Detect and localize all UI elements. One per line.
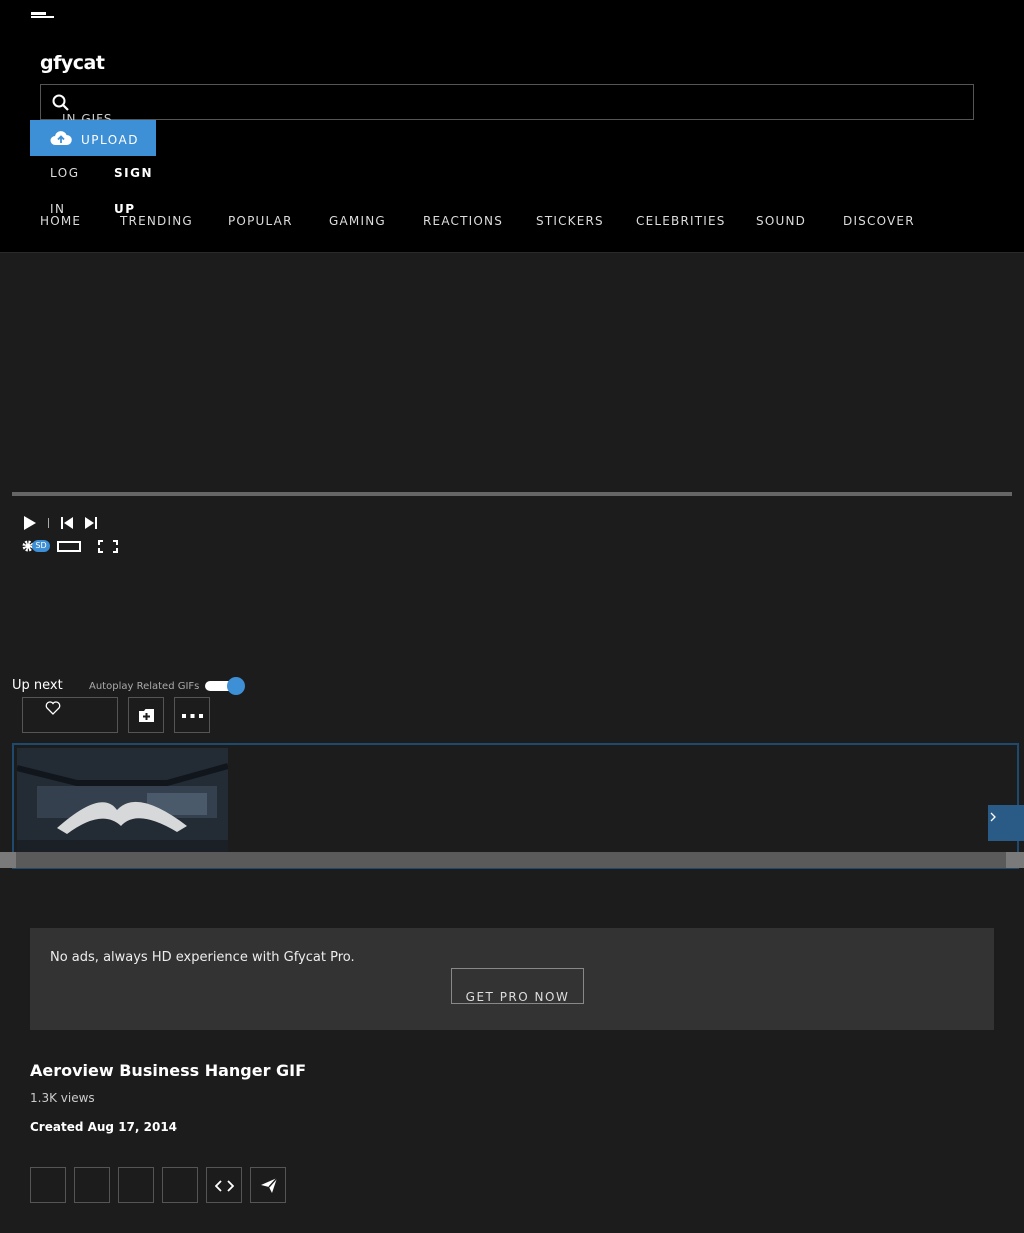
nav-discover[interactable]: DISCOVER <box>843 214 915 228</box>
like-button[interactable] <box>22 697 118 733</box>
upload-label: UPLOAD <box>81 133 139 147</box>
more-icon <box>182 714 203 718</box>
header: gfycat IN GIFS UPLOAD LOG IN SIGN UP HOM… <box>0 0 1024 253</box>
autoplay-label: Autoplay Related GIFs <box>89 681 200 692</box>
share-button-4[interactable] <box>162 1167 198 1203</box>
nav-reactions[interactable]: REACTIONS <box>423 214 503 228</box>
share-button-3[interactable] <box>118 1167 154 1203</box>
logo[interactable]: gfycat <box>40 52 105 74</box>
upload-button[interactable]: UPLOAD <box>30 120 156 156</box>
nav-stickers[interactable]: STICKERS <box>536 214 604 228</box>
autoplay-toggle[interactable] <box>205 677 245 695</box>
nav-gaming[interactable]: GAMING <box>329 214 386 228</box>
search-bar <box>40 84 974 120</box>
fullscreen-icon[interactable] <box>98 540 118 553</box>
search-icon[interactable] <box>51 93 71 113</box>
created-date: Created Aug 17, 2014 <box>30 1120 178 1134</box>
search-input[interactable] <box>81 85 961 119</box>
quality-settings[interactable]: SD <box>22 539 50 553</box>
upload-cloud-icon <box>50 131 72 145</box>
pro-banner-text: No ads, always HD experience with Gfycat… <box>50 950 355 965</box>
heart-icon <box>45 701 61 715</box>
pro-banner: No ads, always HD experience with Gfycat… <box>30 928 994 1030</box>
thumbnail-image <box>17 748 228 855</box>
carousel-next-button[interactable] <box>988 805 1024 841</box>
control-divider <box>48 518 49 528</box>
embed-code-icon <box>215 1180 234 1192</box>
theater-mode-icon[interactable] <box>57 541 81 552</box>
play-icon[interactable] <box>22 515 38 531</box>
nav-sound[interactable]: SOUND <box>756 214 806 228</box>
add-to-collection-icon <box>139 709 154 722</box>
nav-trending[interactable]: TRENDING <box>120 214 193 228</box>
nav-home[interactable]: HOME <box>40 214 81 228</box>
add-to-collection-button[interactable] <box>128 697 164 733</box>
get-pro-button[interactable]: GET PRO NOW <box>451 968 584 1004</box>
embed-button[interactable] <box>206 1167 242 1203</box>
progress-bar[interactable] <box>12 492 1012 496</box>
previous-icon[interactable] <box>61 517 73 529</box>
share-button-2[interactable] <box>74 1167 110 1203</box>
view-count: 1.3K views <box>30 1091 95 1105</box>
chevron-right-icon <box>990 812 996 822</box>
next-icon[interactable] <box>85 517 97 529</box>
nav-popular[interactable]: POPULAR <box>228 214 293 228</box>
menu-icon[interactable] <box>31 12 54 18</box>
more-options-button[interactable] <box>174 697 210 733</box>
gif-title: Aeroview Business Hanger GIF <box>30 1061 307 1080</box>
carousel-scroll-thumb[interactable] <box>16 852 1006 868</box>
send-button[interactable] <box>250 1167 286 1203</box>
related-gifs-carousel <box>12 743 1019 869</box>
send-icon <box>261 1178 277 1193</box>
get-pro-label: GET PRO NOW <box>465 990 570 1004</box>
related-gif-thumbnail[interactable] <box>17 748 228 855</box>
share-button-1[interactable] <box>30 1167 66 1203</box>
quality-badge: SD <box>32 540 50 552</box>
nav-celebrities[interactable]: CELEBRITIES <box>636 214 726 228</box>
up-next-label: Up next <box>12 678 63 693</box>
